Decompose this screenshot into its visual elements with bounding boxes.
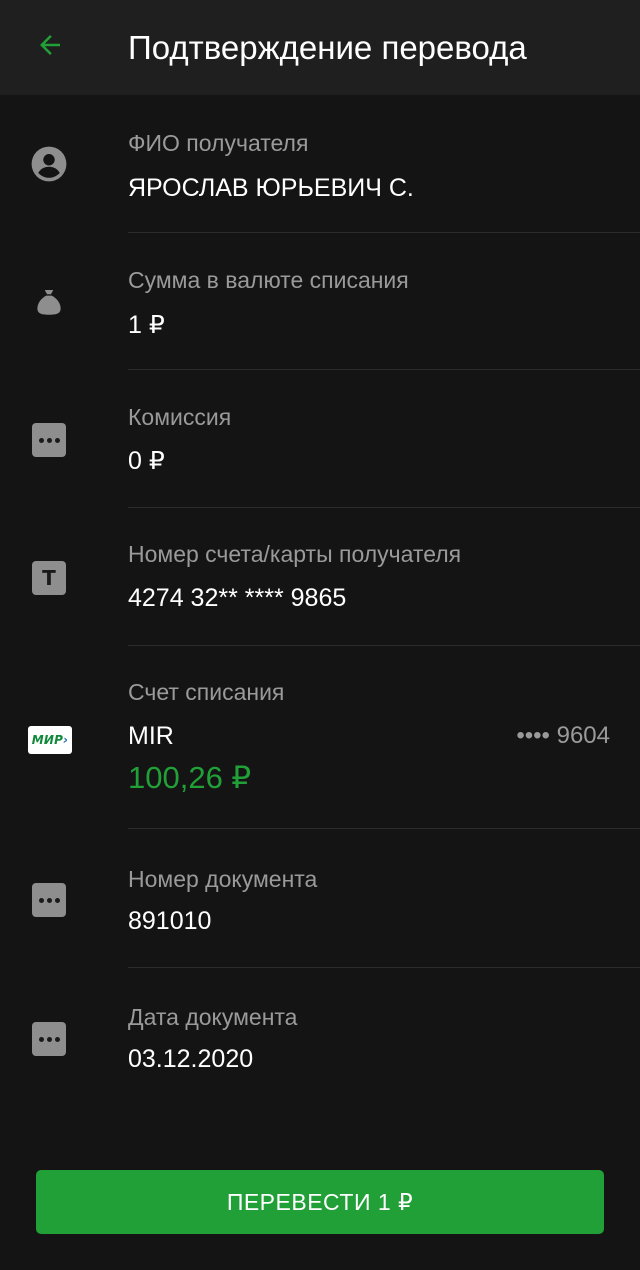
recipient-label: ФИО получателя [128,130,309,156]
document-number-value: 891010 [128,907,212,935]
card-name: MIR [128,722,174,750]
recipient-account-value: 4274 32** **** 9865 [128,584,347,612]
recipient-value: ЯРОСЛАВ ЮРЬЕВИЧ С. [128,174,414,202]
document-number-row: Номер документа 891010 [0,829,640,968]
recipient-account-row: T Номер счета/карты получателя 4274 32**… [0,508,640,646]
document-date-row: Дата документа 03.12.2020 [0,967,640,1105]
transfer-button[interactable]: ПЕРЕВЕСТИ 1 ₽ [36,1170,604,1234]
dots-icon [30,1020,68,1058]
transfer-details: ФИО получателя ЯРОСЛАВ ЮРЬЕВИЧ С. Сумма … [0,95,640,1145]
arrow-left-icon [35,30,65,65]
commission-value: 0 ₽ [128,447,165,475]
recipient-account-label: Номер счета/карты получателя [128,541,462,567]
commission-label: Комиссия [128,404,232,430]
person-icon [30,145,68,183]
t-letter-icon: T [30,559,68,597]
recipient-row: ФИО получателя ЯРОСЛАВ ЮРЬЕВИЧ С. [0,95,640,233]
amount-value: 1 ₽ [128,311,165,339]
document-number-label: Номер документа [128,866,318,892]
back-button[interactable] [18,22,82,72]
amount-label: Сумма в валюте списания [128,267,409,293]
dots-icon [30,421,68,459]
commission-row: Комиссия 0 ₽ [0,370,640,508]
document-date-label: Дата документа [128,1004,298,1030]
amount-row: Сумма в валюте списания 1 ₽ [0,233,640,370]
document-date-value: 03.12.2020 [128,1045,254,1073]
app-bar: Подтверждение перевода [0,0,640,95]
dots-icon [30,881,68,919]
card-number-mask: •••• 9604 [516,722,610,749]
money-bag-icon [30,283,68,321]
page-title: Подтверждение перевода [128,29,527,66]
debit-account-label: Счет списания [128,679,285,705]
debit-account-row[interactable]: МИР › Счет списания MIR •••• 9604 100,26 … [0,646,640,829]
card-balance: 100,26 ₽ [128,760,252,795]
mir-card-icon: МИР › [27,721,73,759]
